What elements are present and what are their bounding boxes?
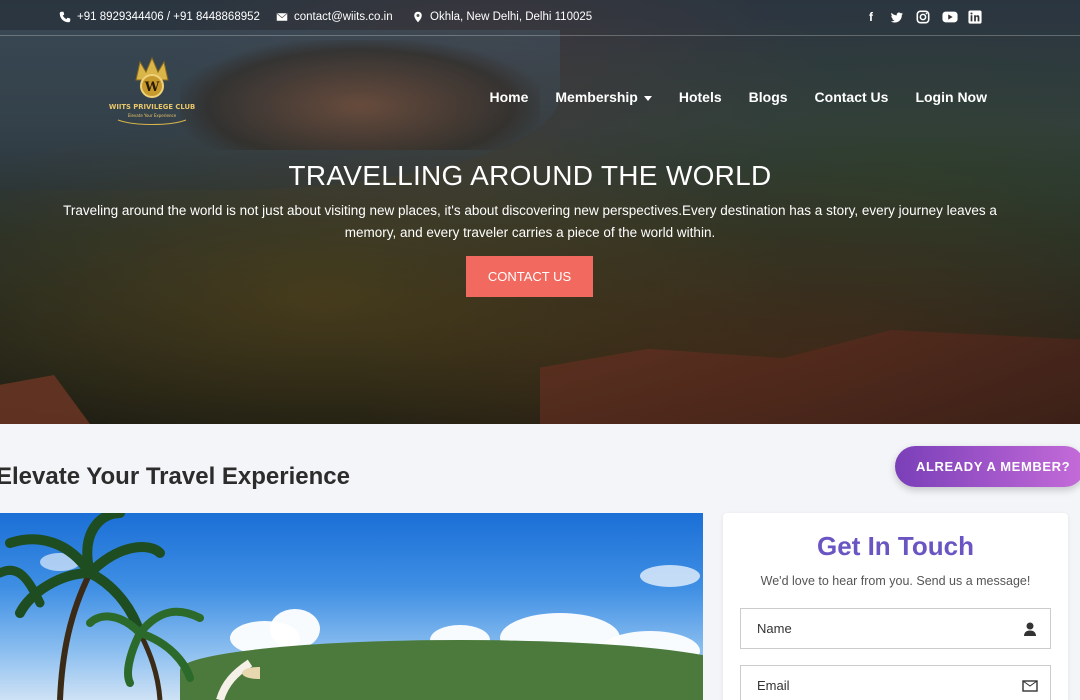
nav-membership-label: Membership xyxy=(555,89,638,105)
top-bar: +91 8929344406 / +91 8448868952 contact@… xyxy=(0,0,1080,36)
instagram-icon[interactable] xyxy=(916,10,930,24)
svg-text:W: W xyxy=(144,80,160,95)
nav-blogs[interactable]: Blogs xyxy=(749,89,788,105)
email-info[interactable]: contact@wiits.co.in xyxy=(276,11,393,23)
contact-form: Get In Touch We'd love to hear from you.… xyxy=(723,513,1068,700)
twitter-icon[interactable] xyxy=(890,10,904,24)
nav-hotels[interactable]: Hotels xyxy=(679,89,722,105)
youtube-icon[interactable] xyxy=(942,10,958,24)
main-nav: Home Membership Hotels Blogs Contact Us … xyxy=(489,89,987,105)
crown-logo-icon: W WIITS PRIVILEGE CLUB Elevate Your Expe… xyxy=(109,56,195,125)
email-field[interactable]: Email xyxy=(740,665,1051,700)
caret-down-icon xyxy=(643,95,652,101)
already-member-button[interactable]: ALREADY A MEMBER? xyxy=(895,446,1080,487)
form-subtitle: We'd love to hear from you. Send us a me… xyxy=(760,574,1031,588)
logo-tagline: Elevate Your Experience xyxy=(128,113,177,118)
contact-us-button[interactable]: CONTACT US xyxy=(466,256,593,297)
logo-text: WIITS PRIVILEGE CLUB xyxy=(109,103,195,111)
name-field[interactable]: Name xyxy=(740,608,1051,649)
email-placeholder: Email xyxy=(757,678,790,693)
envelope-icon xyxy=(276,12,288,21)
map-pin-icon xyxy=(414,11,422,23)
section-title: Elevate Your Travel Experience xyxy=(0,463,350,490)
nav-login-now[interactable]: Login Now xyxy=(915,89,987,105)
user-icon xyxy=(1024,622,1036,636)
hero-subtitle: Traveling around the world is not just a… xyxy=(63,203,997,240)
phone-info[interactable]: +91 8929344406 / +91 8448868952 xyxy=(59,11,260,23)
nav-home[interactable]: Home xyxy=(489,89,528,105)
nav-contact-us[interactable]: Contact Us xyxy=(815,89,889,105)
logo[interactable]: W WIITS PRIVILEGE CLUB Elevate Your Expe… xyxy=(104,56,200,130)
name-placeholder: Name xyxy=(757,621,792,636)
address-text: Okhla, New Delhi, Delhi 110025 xyxy=(430,11,593,23)
form-title: Get In Touch xyxy=(817,531,974,561)
address-info: Okhla, New Delhi, Delhi 110025 xyxy=(412,11,592,23)
travel-photo xyxy=(0,513,703,700)
nav-membership[interactable]: Membership xyxy=(555,89,652,105)
email-text: contact@wiits.co.in xyxy=(294,11,393,23)
facebook-icon[interactable]: f xyxy=(864,10,878,24)
social-links: f xyxy=(864,10,982,24)
phone-icon xyxy=(59,11,71,23)
hero-title: TRAVELLING AROUND THE WORLD xyxy=(288,160,772,191)
linkedin-icon[interactable] xyxy=(968,10,982,24)
palm-trees xyxy=(0,513,260,700)
envelope-icon xyxy=(1022,680,1038,692)
phone-text: +91 8929344406 / +91 8448868952 xyxy=(77,11,260,23)
